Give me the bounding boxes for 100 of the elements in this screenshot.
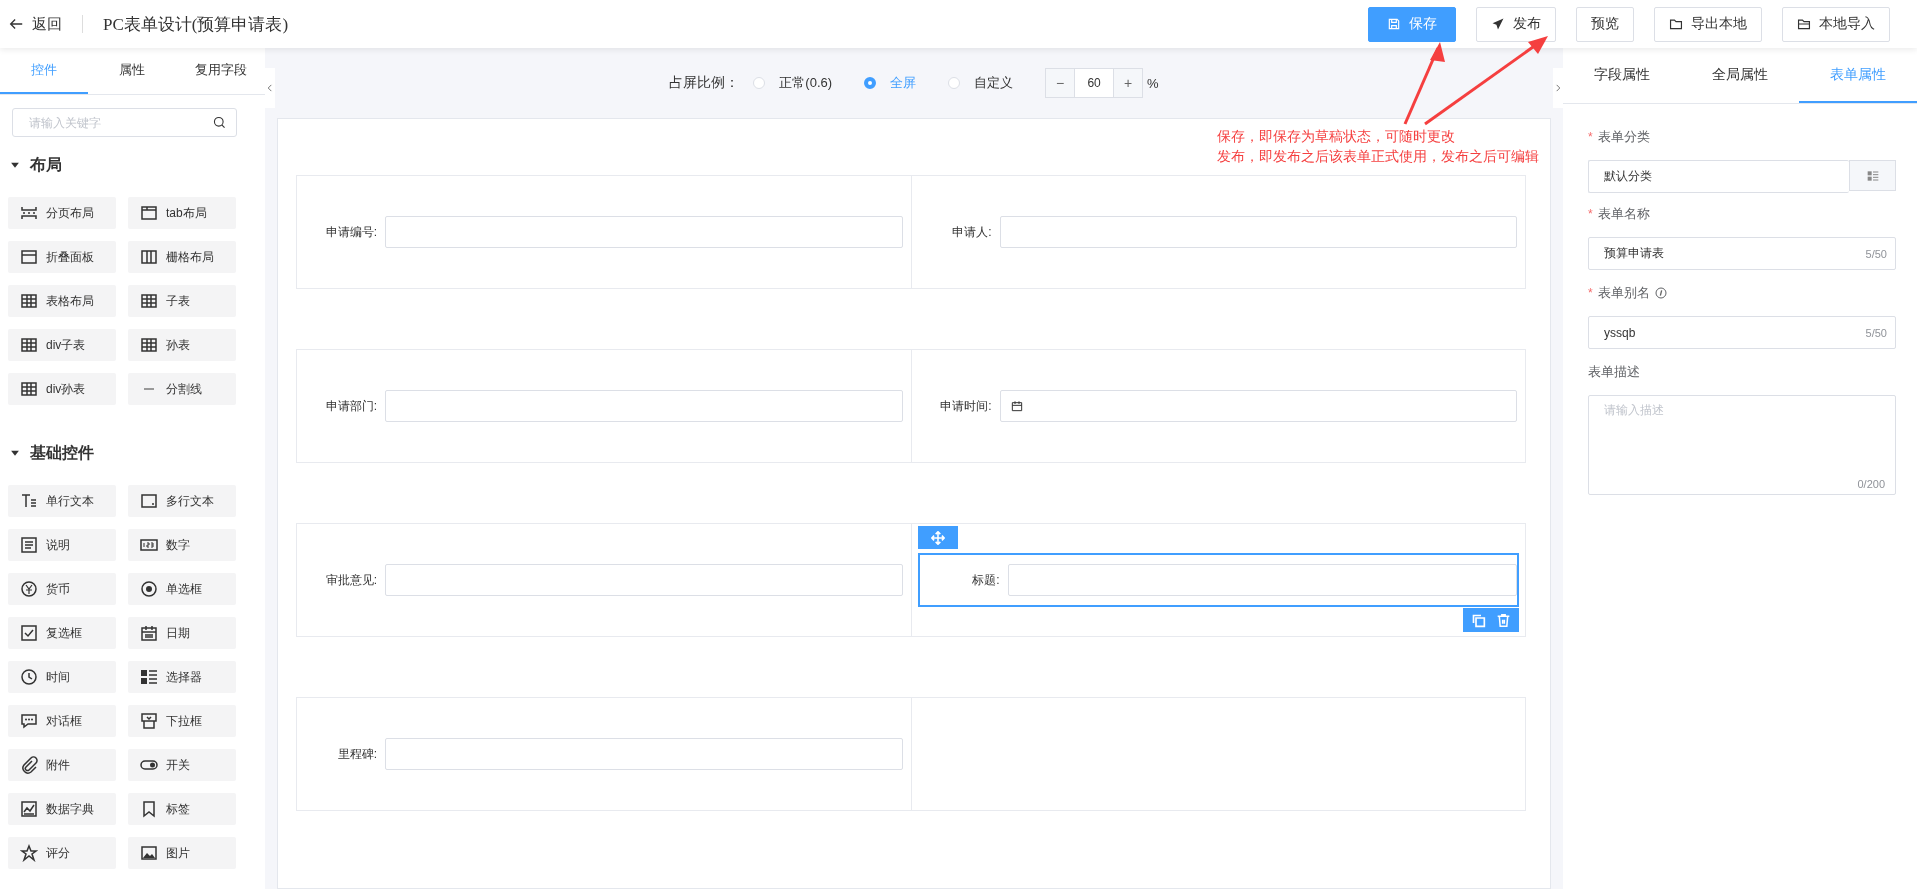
chart-icon	[20, 800, 38, 818]
field-label: 表单描述	[1588, 363, 1640, 381]
widget-item[interactable]: 孙表	[128, 329, 236, 361]
widget-item[interactable]: 时间	[8, 661, 116, 693]
widget-item[interactable]: 分页布局	[8, 197, 116, 229]
widget-item[interactable]: 复选框	[8, 617, 116, 649]
picker-button[interactable]	[1849, 160, 1896, 191]
section-title: 基础控件	[30, 442, 94, 463]
clock-icon	[20, 668, 38, 686]
sidebar-tab[interactable]: 复用字段	[176, 48, 265, 95]
input-field[interactable]: 预算申请表 5/50	[1588, 237, 1896, 270]
widget-item[interactable]: 说明	[8, 529, 116, 561]
widget-item[interactable]: 日期	[128, 617, 236, 649]
preview-button[interactable]: 预览	[1576, 6, 1634, 42]
date-field[interactable]	[999, 390, 1517, 422]
list-icon	[140, 668, 158, 686]
star-icon	[20, 844, 38, 862]
chevron-left-icon	[266, 82, 274, 94]
import-button[interactable]: 本地导入	[1782, 6, 1890, 42]
annotation-text: 保存，即保存为草稿状态，可随时更改	[1217, 127, 1456, 146]
widget-item[interactable]: div子表	[8, 329, 116, 361]
field-label: 表单别名	[1597, 284, 1650, 302]
copy-icon[interactable]	[1471, 612, 1486, 628]
table-icon	[20, 380, 38, 398]
input-field[interactable]	[385, 216, 903, 248]
folder-tab-icon	[140, 204, 158, 222]
table-icon	[140, 336, 158, 354]
radio-icon[interactable]	[864, 77, 877, 89]
caret-icon[interactable]	[10, 160, 20, 170]
chat-icon	[20, 712, 38, 730]
widget-item[interactable]: 开关	[128, 749, 236, 781]
image-icon	[140, 844, 158, 862]
number-stepper[interactable]: − 60 +	[1045, 68, 1144, 98]
field-label: 申请人:	[951, 223, 993, 241]
widget-item[interactable]: 单行文本	[8, 485, 116, 517]
widget-item[interactable]: div孙表	[8, 373, 116, 405]
arrow-left-icon	[8, 16, 24, 32]
widget-item[interactable]: 数据字典	[8, 793, 116, 825]
number-input[interactable]: 60	[1074, 69, 1115, 97]
widget-item[interactable]: 数字	[128, 529, 236, 561]
back-link[interactable]: 返回	[8, 14, 62, 34]
section-title: 布局	[30, 154, 62, 175]
widget-item[interactable]: 选择器	[128, 661, 236, 693]
widget-item[interactable]: 折叠面板	[8, 241, 116, 273]
input-field[interactable]	[385, 390, 903, 422]
paperclip-icon	[20, 756, 38, 774]
property-tab[interactable]: 全局属性	[1681, 48, 1799, 103]
paper-plane-icon	[1491, 17, 1505, 31]
required-mark: *	[1588, 286, 1593, 300]
bookmark-icon	[140, 800, 158, 818]
widget-item[interactable]: 栅格布局	[128, 241, 236, 273]
input-field[interactable]: yssqb 5/50	[1588, 316, 1896, 349]
save-icon	[1387, 17, 1401, 31]
property-tab[interactable]: 字段属性	[1563, 48, 1681, 103]
export-button[interactable]: 导出本地	[1654, 6, 1762, 42]
input-field[interactable]	[999, 216, 1517, 248]
widget-item[interactable]: 单选框	[128, 573, 236, 605]
select-field[interactable]: 默认分类	[1588, 160, 1849, 193]
ratio-label: 占屏比例：	[669, 74, 740, 92]
widget-item[interactable]: tab布局	[128, 197, 236, 229]
char-counter: 5/50	[1865, 326, 1887, 339]
publish-button[interactable]: 发布	[1476, 6, 1556, 42]
widget-item[interactable]: 子表	[128, 285, 236, 317]
search-field[interactable]: 请输入关键字	[12, 108, 237, 137]
unit-label: %	[1147, 75, 1159, 91]
input-field[interactable]	[385, 738, 903, 770]
selected-field[interactable]: 标题:	[917, 553, 1519, 607]
widget-item[interactable]: 对话框	[8, 705, 116, 737]
widget-item[interactable]: 标签	[128, 793, 236, 825]
field-label: 申请编号:	[324, 223, 378, 241]
widget-item[interactable]: 下拉框	[128, 705, 236, 737]
field-label: 申请部门:	[324, 397, 378, 415]
ratio-option[interactable]: 自定义	[948, 74, 1014, 92]
caret-icon[interactable]	[10, 448, 20, 458]
widget-item[interactable]: 货币	[8, 573, 116, 605]
number-icon	[140, 536, 158, 554]
widget-item[interactable]: 附件	[8, 749, 116, 781]
widget-item[interactable]: 图片	[128, 837, 236, 869]
input-field[interactable]	[1007, 564, 1517, 596]
widget-item[interactable]: 分割线	[128, 373, 236, 405]
search-input[interactable]: 请输入关键字	[27, 114, 213, 131]
input-field[interactable]	[385, 564, 903, 596]
collapse-handle[interactable]	[265, 68, 275, 108]
radio-icon	[140, 580, 158, 598]
sidebar-tab[interactable]: 属性	[88, 48, 177, 95]
textarea-icon	[140, 492, 158, 510]
char-counter: 0/200	[1857, 478, 1886, 490]
trash-icon[interactable]	[1496, 612, 1511, 628]
widget-item[interactable]: 多行文本	[128, 485, 236, 517]
move-handle[interactable]	[917, 526, 958, 549]
widget-item[interactable]: 评分	[8, 837, 116, 869]
required-mark: *	[1588, 207, 1593, 221]
ratio-option[interactable]: 正常(0.6)	[753, 74, 833, 92]
collapse-handle[interactable]	[1553, 68, 1563, 108]
document-icon	[20, 536, 38, 554]
panel-icon	[20, 248, 38, 266]
move-icon	[930, 530, 945, 545]
calendar-icon	[1010, 400, 1023, 412]
widget-item[interactable]: 表格布局	[8, 285, 116, 317]
folder-icon	[1797, 17, 1811, 31]
